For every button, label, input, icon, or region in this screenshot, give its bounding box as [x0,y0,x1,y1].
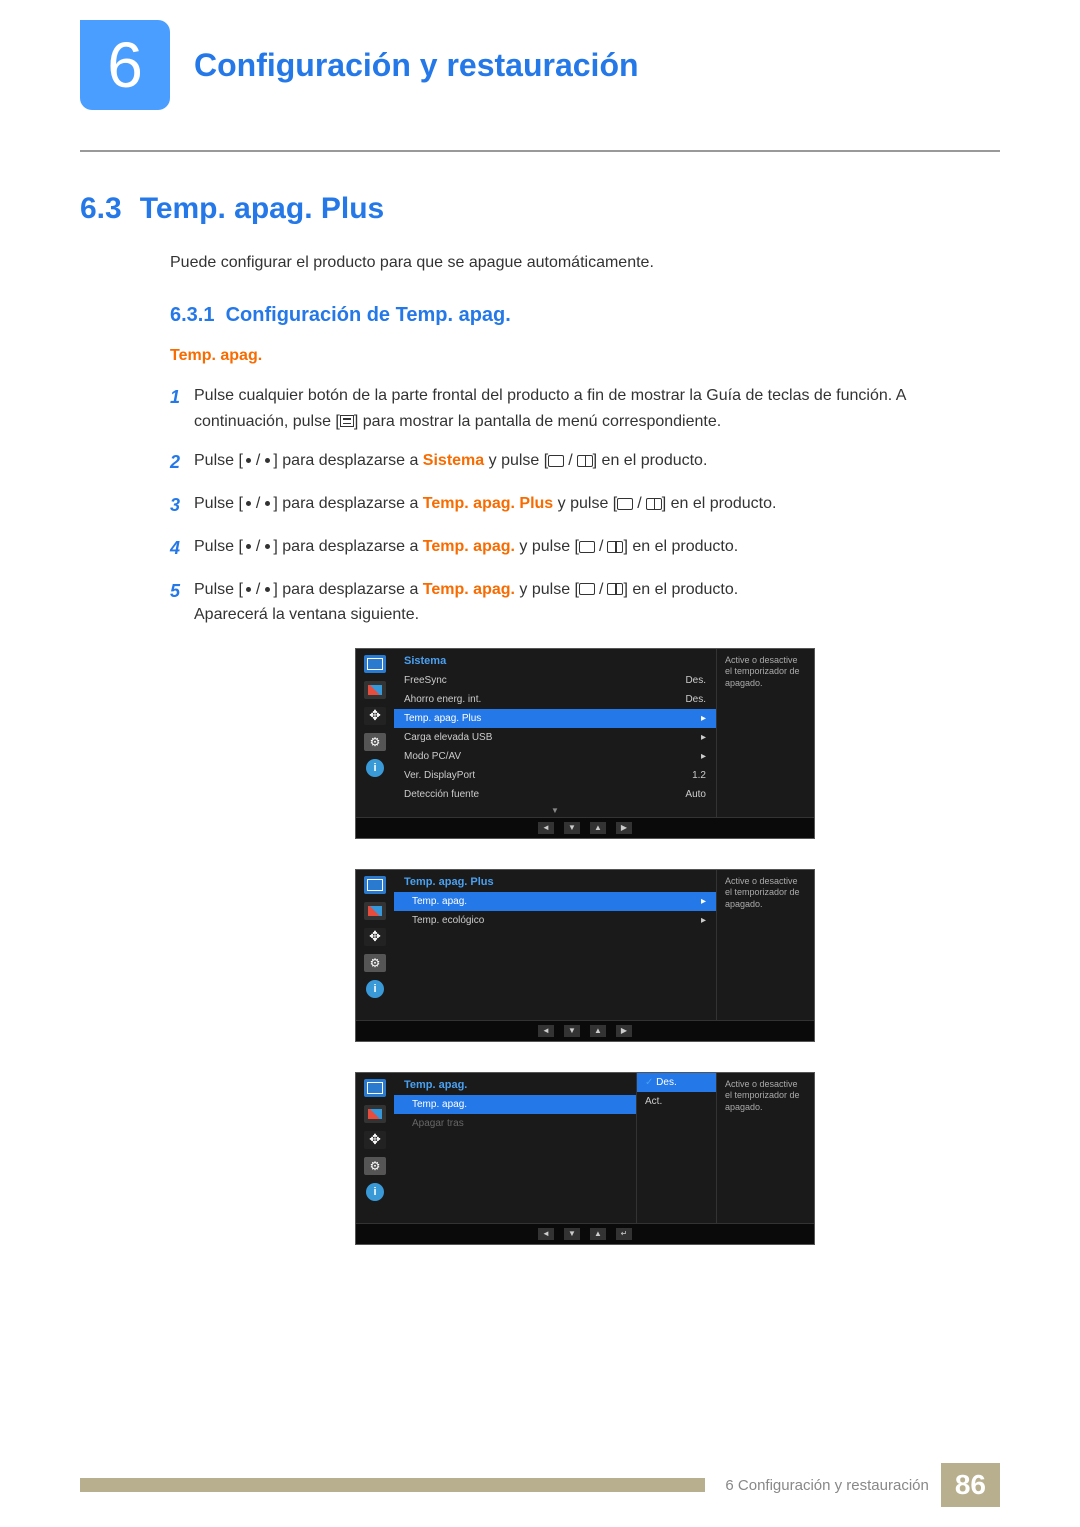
osd-row: Modo PC/AV [394,747,716,766]
nav-button: ▼ [564,1025,580,1037]
nav-button: ▲ [590,822,606,834]
osd-row: Temp. ecológico [394,911,716,930]
picture-icon [364,681,386,699]
select-icon: / [548,448,592,474]
nav-button: ▼ [564,1228,580,1240]
picture-icon [364,1105,386,1123]
dot-icon [246,587,251,592]
nav-button: ▶ [616,822,632,834]
chapter-title: Configuración y restauración [194,47,639,84]
gear-icon [364,954,386,972]
page-footer: 6 Configuración y restauración 86 [80,1463,1000,1507]
osd-row: Apagar tras [394,1114,636,1133]
monitor-icon [364,655,386,673]
osd-option: Des. [637,1073,716,1092]
nav-button: ◄ [538,1228,554,1240]
osd-help-text: Active o desactive el temporizador de ap… [716,649,814,817]
nav-button: ◄ [538,1025,554,1037]
info-icon [366,980,384,998]
gear-icon [364,733,386,751]
osd-nav: ◄ ▼ ▲ ▶ [356,1020,814,1041]
osd-row: FreeSyncDes. [394,671,716,690]
divider [80,150,1000,152]
info-icon [366,1183,384,1201]
nav-button: ▲ [590,1228,606,1240]
osd-menu-tempapag: Temp. apag. Temp. apag.Apagar tras Des.A… [355,1072,815,1245]
section-number: 6.3 [80,192,122,226]
footer-bar [80,1478,705,1492]
step-4: 4 Pulse [/] para desplazarse a Temp. apa… [170,534,1000,563]
dot-icon [246,544,251,549]
osd-row: Carga elevada USB [394,728,716,747]
osd-row: Ver. DisplayPort1.2 [394,766,716,785]
select-icon: / [617,491,661,517]
chapter-header: 6 Configuración y restauración [80,20,1000,110]
page-number: 86 [941,1463,1000,1507]
footer-text: 6 Configuración y restauración [725,1477,928,1494]
sub-sub-heading: Temp. apag. [170,347,1000,365]
move-icon [364,1131,386,1149]
osd-nav: ◄ ▼ ▲ ↵ [356,1223,814,1244]
osd-menu-tempapag-plus: Temp. apag. Plus Temp. apag.Temp. ecológ… [355,869,815,1042]
osd-sidebar [356,1073,394,1223]
section-title: Temp. apag. Plus [140,192,385,226]
osd-row: Ahorro energ. int.Des. [394,690,716,709]
dot-icon [246,501,251,506]
osd-row: Detección fuenteAuto [394,785,716,804]
move-icon [364,707,386,725]
monitor-icon [364,876,386,894]
scroll-down-icon: ▼ [394,804,716,817]
osd-row: Temp. apag. Plus [394,709,716,728]
monitor-icon [364,1079,386,1097]
osd-title: Sistema [394,649,716,671]
dot-icon [246,458,251,463]
osd-nav: ◄ ▼ ▲ ▶ [356,817,814,838]
nav-button: ▶ [616,1025,632,1037]
select-icon: / [579,577,623,603]
nav-button: ◄ [538,822,554,834]
osd-title: Temp. apag. [394,1073,636,1095]
intro-text: Puede configurar el producto para que se… [170,254,1000,272]
dot-icon [265,458,270,463]
osd-row: Temp. apag. [394,892,716,911]
osd-menu-sistema: Sistema FreeSyncDes.Ahorro energ. int.De… [355,648,815,839]
dot-icon [265,544,270,549]
steps-list: 1 Pulse cualquier botón de la parte fron… [170,383,1000,628]
step-2: 2 Pulse [/] para desplazarse a Sistema y… [170,448,1000,477]
section-heading: 6.3 Temp. apag. Plus [80,192,1000,226]
nav-button: ↵ [616,1228,632,1240]
osd-options: Des.Act. [636,1073,716,1223]
select-icon: / [579,534,623,560]
subsection-heading: 6.3.1 Configuración de Temp. apag. [170,304,1000,327]
move-icon [364,928,386,946]
step-1: 1 Pulse cualquier botón de la parte fron… [170,383,1000,434]
info-icon [366,759,384,777]
step-5: 5 Pulse [/] para desplazarse a Temp. apa… [170,577,1000,628]
dot-icon [265,587,270,592]
menu-icon [340,415,354,427]
picture-icon [364,902,386,920]
osd-help-text: Active o desactive el temporizador de ap… [716,870,814,1020]
nav-button: ▼ [564,822,580,834]
osd-sidebar [356,649,394,817]
osd-option: Act. [637,1092,716,1111]
osd-row: Temp. apag. [394,1095,636,1114]
dot-icon [265,501,270,506]
osd-sidebar [356,870,394,1020]
chapter-number-badge: 6 [80,20,170,110]
step-3: 3 Pulse [/] para desplazarse a Temp. apa… [170,491,1000,520]
gear-icon [364,1157,386,1175]
osd-help-text: Active o desactive el temporizador de ap… [716,1073,814,1223]
nav-button: ▲ [590,1025,606,1037]
osd-title: Temp. apag. Plus [394,870,716,892]
